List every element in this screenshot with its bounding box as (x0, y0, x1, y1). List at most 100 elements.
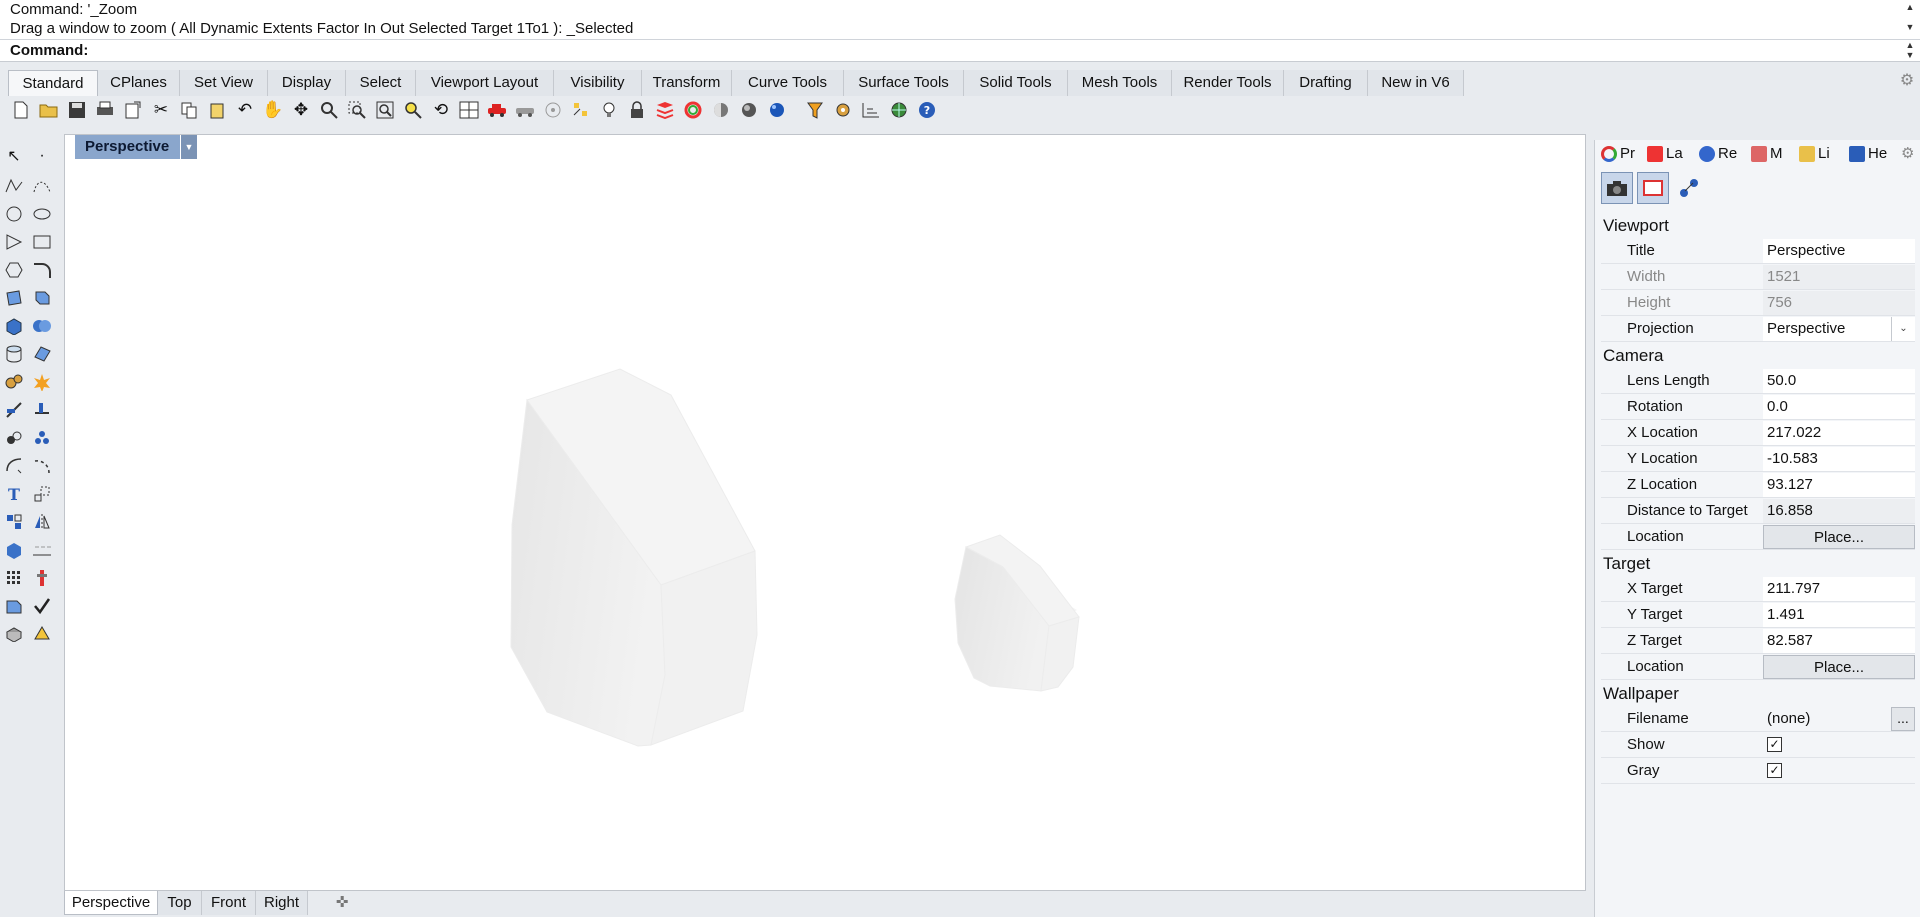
filter-icon[interactable] (804, 99, 826, 121)
dimension-icon[interactable] (860, 99, 882, 121)
scroll-down-icon[interactable]: ▼ (1904, 22, 1916, 32)
undo-view-icon[interactable]: ⟲ (430, 99, 452, 121)
y-target-field[interactable]: 1.491 (1763, 603, 1915, 627)
select-arrow-icon[interactable]: ↖ (2, 144, 26, 168)
large-solid[interactable] (510, 368, 758, 747)
gear-icon[interactable]: ⚙ (1898, 72, 1916, 90)
viewport-tab-front[interactable]: Front (202, 891, 256, 915)
tab-viewport-layout[interactable]: Viewport Layout (416, 70, 554, 96)
array-icon[interactable] (2, 510, 26, 534)
fillet-curve-icon[interactable] (30, 258, 54, 282)
help-icon[interactable]: ? (916, 99, 938, 121)
viewport-layout-icon[interactable] (458, 99, 480, 121)
rectangle-icon[interactable] (30, 230, 54, 254)
render-sphere-icon[interactable] (766, 99, 788, 121)
tab-standard[interactable]: Standard (8, 70, 98, 96)
x-target-field[interactable]: 211.797 (1763, 577, 1915, 601)
tab-curve-tools[interactable]: Curve Tools (732, 70, 844, 96)
cylinder-icon[interactable] (2, 342, 26, 366)
perspective-viewport[interactable]: Perspective ▼ (64, 134, 1586, 891)
circle-icon[interactable] (2, 202, 26, 226)
scroll-up-icon[interactable]: ▲ (1904, 2, 1916, 12)
open-folder-icon[interactable] (38, 99, 60, 121)
dimension-tool-icon[interactable] (30, 538, 54, 562)
x-location-field[interactable]: 217.022 (1763, 421, 1915, 445)
analyze-icon[interactable] (30, 566, 54, 590)
options-gear-icon[interactable] (832, 99, 854, 121)
panel-tab-help[interactable]: He (1849, 142, 1887, 166)
paste-icon[interactable] (206, 99, 228, 121)
print-icon[interactable] (94, 99, 116, 121)
show-checkbox[interactable]: ✓ (1767, 737, 1782, 752)
ellipse-icon[interactable] (30, 202, 54, 226)
arc-icon[interactable] (2, 230, 26, 254)
mirror-icon[interactable] (30, 510, 54, 534)
import-icon[interactable] (122, 99, 144, 121)
group-icon[interactable] (2, 426, 26, 450)
small-solid[interactable] (954, 534, 1080, 692)
zoom-extents-icon[interactable] (374, 99, 396, 121)
camera-icon[interactable] (1601, 172, 1633, 204)
chevron-down-icon[interactable]: ▼ (181, 135, 197, 159)
view-frame-icon[interactable] (1637, 172, 1669, 204)
chevron-down-icon[interactable]: ⌄ (1891, 317, 1915, 341)
save-icon[interactable] (66, 99, 88, 121)
pan-hand-icon[interactable]: ✋ (262, 99, 284, 121)
hide-objects-icon[interactable] (514, 99, 536, 121)
block-icon[interactable] (2, 538, 26, 562)
rotate-view-icon[interactable]: ✥ (290, 99, 312, 121)
lock-icon[interactable] (626, 99, 648, 121)
panel-tab-libraries[interactable]: Li (1799, 142, 1830, 166)
target-place-button[interactable]: Place... (1763, 655, 1915, 679)
rendered-icon[interactable] (738, 99, 760, 121)
explode-icon[interactable] (30, 370, 54, 394)
shaded-icon[interactable] (710, 99, 732, 121)
panel-tab-materials[interactable]: M (1751, 142, 1783, 166)
tab-surface-tools[interactable]: Surface Tools (844, 70, 964, 96)
new-file-icon[interactable] (10, 99, 32, 121)
extrude-surface-icon[interactable] (30, 286, 54, 310)
light-bulb-icon[interactable] (598, 99, 620, 121)
title-field[interactable]: Perspective (1763, 239, 1915, 263)
drafting-icon[interactable] (2, 622, 26, 646)
rotate-icon[interactable] (30, 454, 54, 478)
gears-icon[interactable] (2, 370, 26, 394)
point-icon[interactable]: · (30, 144, 54, 168)
render-material-icon[interactable] (2, 594, 26, 618)
grid-array-icon[interactable] (2, 566, 26, 590)
viewport-tab-right[interactable]: Right (256, 891, 308, 915)
scale-icon[interactable] (30, 482, 54, 506)
surface-icon[interactable] (2, 286, 26, 310)
lens-length-field[interactable]: 50.0 (1763, 369, 1915, 393)
camera-place-button[interactable]: Place... (1763, 525, 1915, 549)
gray-checkbox[interactable]: ✓ (1767, 763, 1782, 778)
distance-to-target-field[interactable]: 16.858 (1763, 499, 1915, 523)
boolean-union-icon[interactable] (30, 314, 54, 338)
viewport-title[interactable]: Perspective (75, 135, 180, 159)
globe-icon[interactable] (888, 99, 910, 121)
polyline-icon[interactable] (2, 174, 26, 198)
panel-tab-rendering[interactable]: Re (1699, 142, 1737, 166)
car-icon[interactable] (486, 99, 508, 121)
select-points-icon[interactable] (570, 99, 592, 121)
cut-icon[interactable]: ✂ (150, 99, 172, 121)
move-icon[interactable] (2, 454, 26, 478)
curve-icon[interactable] (30, 174, 54, 198)
polygon-icon[interactable] (2, 258, 26, 282)
spin-down-icon[interactable]: ▼ (1904, 51, 1916, 60)
text-icon[interactable]: T (2, 482, 26, 506)
tab-visibility[interactable]: Visibility (554, 70, 642, 96)
panel-gear-icon[interactable]: ⚙ (1901, 142, 1914, 166)
trim-icon[interactable] (2, 398, 26, 422)
tab-display[interactable]: Display (268, 70, 346, 96)
y-location-field[interactable]: -10.583 (1763, 447, 1915, 471)
viewport-tab-perspective[interactable]: Perspective (64, 891, 158, 915)
copy-icon[interactable] (178, 99, 200, 121)
object-link-icon[interactable] (1673, 172, 1705, 204)
render-icon[interactable] (30, 622, 54, 646)
panel-tab-layers[interactable]: La (1647, 142, 1683, 166)
ungroup-icon[interactable] (30, 426, 54, 450)
viewport-tab-top[interactable]: Top (158, 891, 202, 915)
spin-up-icon[interactable]: ▲ (1904, 41, 1916, 50)
tab-render-tools[interactable]: Render Tools (1172, 70, 1284, 96)
